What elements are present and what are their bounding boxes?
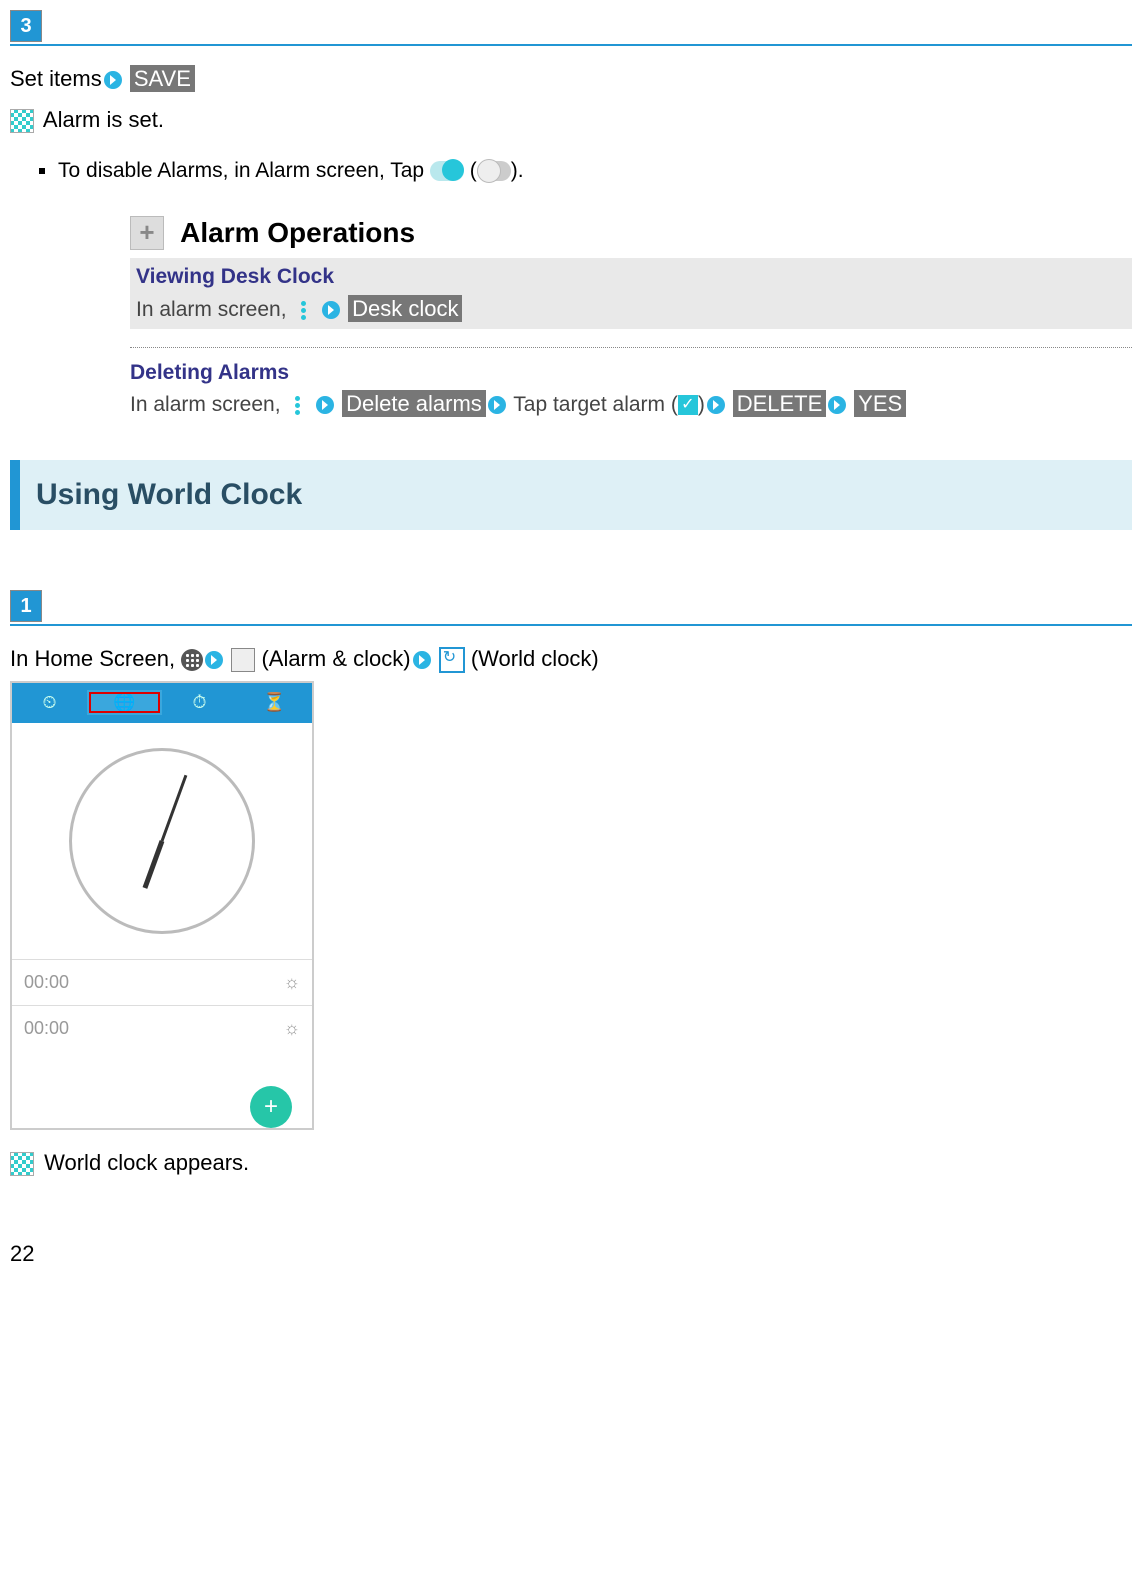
step-1-result: World clock appears. (10, 1148, 1132, 1179)
desk-clock-label: Desk clock (348, 295, 462, 322)
note-list: To disable Alarms, in Alarm screen, Tap … (10, 156, 1132, 185)
result-icon (10, 109, 34, 133)
dotted-separator (130, 347, 1132, 348)
delete-label: DELETE (733, 390, 827, 417)
arrow-icon (706, 395, 726, 415)
apps-icon (181, 649, 203, 671)
toggle-on-icon (430, 161, 464, 181)
arrow-icon (412, 650, 432, 670)
alarm-clock-text: (Alarm & clock) (261, 646, 410, 671)
world-clock-screenshot: ⏲ 🌐 ⏱ ⏳ 00:00 ☼ 00:00 ☼ + (10, 681, 314, 1130)
step-3-instruction: Set items SAVE (10, 64, 1132, 95)
view-pre: In alarm screen, (136, 298, 292, 321)
viewing-desk-clock-title: Viewing Desk Clock (136, 262, 1132, 291)
plus-icon: + (130, 216, 164, 250)
sun-icon: ☼ (284, 970, 301, 995)
checkbox-icon: ✓ (678, 395, 698, 415)
clock-row-1: 00:00 ☼ (12, 959, 312, 1005)
world-clock-appears-text: World clock appears. (44, 1150, 249, 1175)
section-using-world-clock: Using World Clock (10, 460, 1132, 530)
tab-world-clock: 🌐 (87, 690, 162, 715)
more-icon (294, 299, 312, 321)
step-1-instruction: In Home Screen, (Alarm & clock) (World c… (10, 644, 1132, 675)
clock-row-2: 00:00 ☼ (12, 1005, 312, 1051)
alarm-set-text: Alarm is set. (43, 107, 164, 132)
yes-label: YES (854, 390, 906, 417)
arrow-icon (204, 650, 224, 670)
alarm-clock-icon (231, 648, 255, 672)
tab-timer: ⏳ (237, 690, 312, 715)
analog-clock-icon (69, 748, 255, 934)
viewing-desk-clock-body: In alarm screen, Desk clock (136, 294, 1132, 325)
fab-add-icon: + (250, 1086, 292, 1128)
more-icon (288, 394, 306, 416)
arrow-icon (315, 395, 335, 415)
step-3-badge: 3 (10, 10, 42, 42)
del-pre: In alarm screen, (130, 393, 286, 416)
save-button-label: SAVE (130, 65, 195, 92)
result-icon (10, 1152, 34, 1176)
tab-alarm: ⏲ (12, 690, 87, 715)
alarm-operations-box: + Alarm Operations Viewing Desk Clock In… (130, 213, 1132, 420)
paren-close: ). (511, 159, 524, 182)
tap-post: ) (698, 393, 705, 416)
step-3-result: Alarm is set. (10, 105, 1132, 136)
tap-pre: Tap target alarm ( (513, 393, 678, 416)
set-items-text: Set items (10, 66, 102, 91)
deleting-alarms-block: Deleting Alarms In alarm screen, Delete … (130, 358, 1132, 420)
screenshot-body: 00:00 ☼ 00:00 ☼ + (12, 748, 312, 1148)
sun-icon: ☼ (284, 1016, 301, 1041)
deleting-alarms-body: In alarm screen, Delete alarms Tap targe… (130, 389, 1132, 420)
world-clock-text: (World clock) (471, 646, 599, 671)
page-number: 22 (10, 1239, 1132, 1270)
disable-alarm-note: To disable Alarms, in Alarm screen, Tap … (58, 156, 1132, 185)
deleting-alarms-title: Deleting Alarms (130, 358, 1132, 387)
step-1-rule (10, 624, 1132, 626)
arrow-icon (487, 395, 507, 415)
arrow-icon (103, 70, 123, 90)
paren-open: ( (470, 159, 477, 182)
delete-alarms-label: Delete alarms (342, 390, 486, 417)
home-screen-text: In Home Screen, (10, 646, 181, 671)
alarm-operations-title: Alarm Operations (180, 217, 415, 248)
arrow-icon (827, 395, 847, 415)
step-1-badge: 1 (10, 590, 42, 622)
screenshot-tabs: ⏲ 🌐 ⏱ ⏳ (12, 683, 312, 723)
tab-stopwatch: ⏱ (162, 690, 237, 715)
row2-time: 00:00 (24, 1016, 69, 1041)
toggle-off-icon (477, 161, 511, 181)
world-clock-icon (439, 647, 465, 673)
viewing-desk-clock-block: Viewing Desk Clock In alarm screen, Desk… (130, 258, 1132, 328)
row1-time: 00:00 (24, 970, 69, 995)
arrow-icon (321, 300, 341, 320)
step-3-rule (10, 44, 1132, 46)
disable-text: To disable Alarms, in Alarm screen, Tap (58, 159, 430, 182)
